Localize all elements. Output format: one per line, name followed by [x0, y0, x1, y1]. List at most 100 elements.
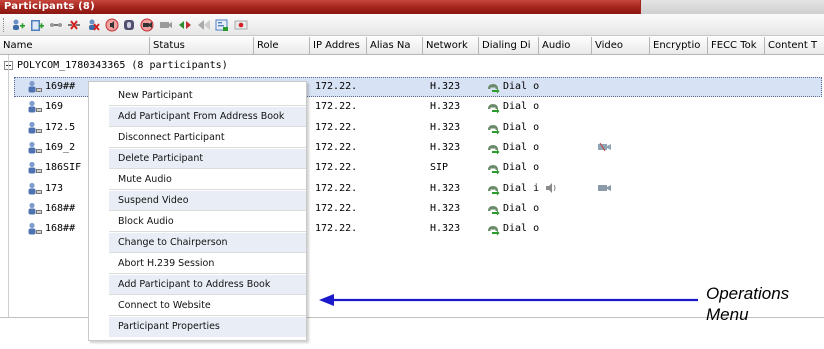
participant-properties-icon[interactable]	[214, 17, 230, 33]
participant-network: SIP	[430, 162, 449, 174]
annotation-label-line-1: Operations	[706, 284, 790, 303]
operations-context-menu: New Participant Add Participant From Add…	[88, 81, 307, 341]
dial-direction-icon	[488, 185, 500, 195]
participant-name: 168##	[45, 202, 76, 214]
annotation-label: Operations Menu	[706, 283, 789, 325]
column-header-fecc-token[interactable]: FECC Tok	[708, 37, 765, 55]
menu-item-disconnect-participant[interactable]: Disconnect Participant	[109, 128, 306, 148]
participant-name: 169	[45, 101, 64, 113]
participants-toolbar	[0, 14, 824, 36]
dial-direction-icon	[488, 104, 500, 114]
column-header-video[interactable]: Video	[592, 37, 650, 55]
participant-network: H.323	[430, 141, 461, 153]
participant-dialing-direction: Dial o	[503, 81, 540, 92]
video-suspended-icon	[598, 142, 611, 152]
participant-ip-address: 172.22.	[315, 121, 358, 133]
participant-dialing-direction: Dial o	[503, 121, 540, 133]
column-header-network[interactable]: Network	[423, 37, 479, 55]
dial-direction-icon	[488, 165, 500, 175]
column-header-ip-address[interactable]: IP Addres	[310, 37, 367, 55]
menu-item-change-to-chairperson[interactable]: Change to Chairperson	[109, 233, 306, 253]
title-bar-tab-area	[640, 0, 824, 14]
participant-icon	[28, 222, 42, 235]
participant-name: 173	[45, 182, 64, 194]
menu-icon-gutter	[89, 82, 106, 340]
participant-icon	[28, 162, 42, 174]
mute-audio-icon[interactable]	[104, 17, 120, 33]
participant-icon	[28, 121, 42, 134]
participant-name: 169_2	[45, 141, 76, 153]
conference-name: POLYCOM_1780343365 (8 participants)	[17, 60, 228, 71]
tree-indent-margin	[0, 55, 9, 317]
menu-item-abort-h239-session[interactable]: Abort H.239 Session	[109, 254, 306, 274]
participant-network: H.323	[430, 121, 461, 133]
column-header-row: Name Status Role IP Addres Alias Na Netw…	[0, 37, 824, 55]
participant-network: H.323	[430, 182, 461, 194]
menu-item-mute-audio[interactable]: Mute Audio	[109, 170, 306, 190]
dial-direction-icon	[488, 205, 500, 216]
column-header-role[interactable]: Role	[254, 37, 310, 55]
participant-ip-address: 172.22.	[315, 81, 358, 92]
disconnect-icon[interactable]	[66, 17, 82, 33]
conference-row[interactable]: POLYCOM_1780343365 (8 participants)	[0, 57, 824, 75]
annotation-label-line-2: Menu	[706, 305, 749, 324]
suspend-video-icon[interactable]	[139, 17, 155, 33]
panel-title-bar: Participants (8)	[0, 0, 824, 14]
participant-network: H.323	[430, 202, 461, 214]
participant-ip-address: 172.22.	[315, 101, 358, 113]
column-header-alias-name[interactable]: Alias Na	[367, 37, 423, 55]
participant-name: 168##	[45, 223, 76, 235]
menu-item-new-participant[interactable]: New Participant	[109, 86, 306, 106]
connect-icon[interactable]	[48, 17, 64, 33]
add-participant-icon[interactable]	[10, 17, 26, 33]
column-header-dialing-direction[interactable]: Dialing Di	[479, 37, 539, 55]
record-icon[interactable]	[233, 17, 249, 33]
participant-ip-address: 172.22.	[315, 223, 358, 235]
annotation-arrow	[319, 294, 698, 306]
participant-dialing-direction: Dial o	[503, 223, 540, 235]
abort-h239-icon[interactable]	[177, 17, 193, 33]
menu-item-participant-properties[interactable]: Participant Properties	[109, 317, 306, 337]
delete-participant-icon[interactable]	[85, 17, 101, 33]
dial-direction-icon	[488, 124, 500, 135]
participant-dialing-direction: Dial o	[503, 141, 540, 153]
add-from-address-book-icon[interactable]	[29, 17, 45, 33]
column-header-encryption[interactable]: Encryptio	[650, 37, 708, 55]
send-message-icon[interactable]	[196, 17, 212, 33]
participant-icon	[28, 182, 42, 194]
panel-title: Participants (8)	[4, 1, 95, 12]
participant-name: 169##	[45, 81, 76, 92]
change-layout-icon[interactable]	[158, 17, 174, 33]
dial-direction-icon	[488, 144, 500, 155]
participant-ip-address: 172.22.	[315, 182, 358, 194]
participant-ip-address: 172.22.	[315, 202, 358, 214]
column-header-status[interactable]: Status	[150, 37, 254, 55]
participant-network: H.323	[430, 223, 461, 235]
participant-icon	[28, 101, 42, 113]
participant-dialing-direction: Dial o	[503, 202, 540, 214]
participant-icon	[28, 80, 42, 93]
participant-icon	[28, 202, 42, 215]
menu-item-block-audio[interactable]: Block Audio	[109, 212, 306, 232]
participant-ip-address: 172.22.	[315, 162, 358, 174]
participant-dialing-direction: Dial o	[503, 162, 540, 174]
participant-name: 186SIF	[45, 162, 82, 174]
menu-item-add-participant-to-address-book[interactable]: Add Participant to Address Book	[109, 275, 306, 295]
menu-item-delete-participant[interactable]: Delete Participant	[109, 149, 306, 169]
column-header-content-token[interactable]: Content T	[765, 37, 824, 55]
participant-network: H.323	[430, 101, 461, 113]
participant-ip-address: 172.22.	[315, 141, 358, 153]
block-audio-icon[interactable]	[121, 17, 137, 33]
menu-item-connect-to-website[interactable]: Connect to Website	[109, 296, 306, 316]
video-camera-icon	[598, 184, 611, 191]
participant-icon	[28, 141, 42, 154]
participant-name: 172.5	[45, 121, 76, 133]
column-header-name[interactable]: Name	[0, 37, 150, 55]
column-header-audio[interactable]: Audio	[539, 37, 592, 55]
dial-direction-icon	[488, 226, 500, 236]
menu-item-add-participant-from-address-book[interactable]: Add Participant From Address Book	[109, 107, 306, 127]
dial-direction-icon	[488, 84, 500, 94]
participant-dialing-direction: Dial o	[503, 101, 540, 113]
toolbar-grip[interactable]	[3, 18, 5, 32]
menu-item-suspend-video[interactable]: Suspend Video	[109, 191, 306, 211]
